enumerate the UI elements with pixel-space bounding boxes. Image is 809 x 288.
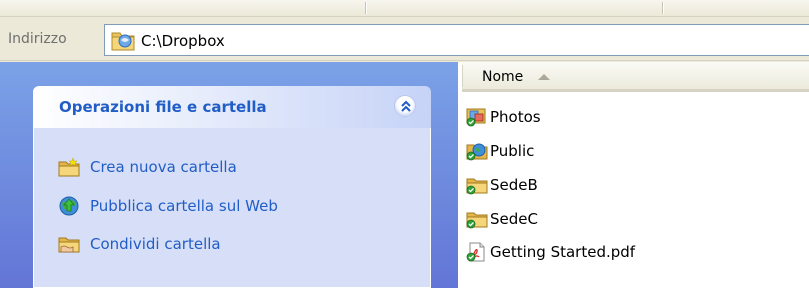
address-label: Indirizzo (8, 31, 67, 47)
file-row-public[interactable]: Public (466, 139, 534, 163)
file-name: SedeB (490, 176, 538, 194)
file-name: Photos (490, 108, 541, 126)
column-divider (462, 65, 463, 87)
dropbox-folder-icon (111, 32, 135, 51)
task-box-header[interactable]: Operazioni file e cartella (33, 86, 431, 128)
file-name: Getting Started.pdf (490, 243, 636, 261)
column-header-name[interactable]: Nome (462, 62, 809, 92)
address-input[interactable]: C:\Dropbox (104, 24, 809, 56)
file-list-pane: Nome Photos Public SedeB SedeC Getting S… (458, 62, 809, 288)
pdf-icon (466, 242, 485, 262)
toolbar-separator (365, 2, 367, 14)
file-row-getting-started[interactable]: Getting Started.pdf (466, 240, 635, 264)
file-row-photos[interactable]: Photos (466, 105, 541, 129)
folder-icon (466, 178, 488, 195)
column-name-label: Nome (482, 69, 524, 85)
share-folder-icon (58, 237, 80, 253)
file-row-sedeb[interactable]: SedeB (466, 173, 538, 197)
address-bar-row: Indirizzo C:\Dropbox (0, 17, 809, 61)
collapse-button[interactable] (394, 95, 416, 117)
public-folder-icon (466, 143, 488, 161)
task-box-body: Crea nuova cartella Pubblica cartella su… (33, 128, 431, 288)
toolbar-strip (0, 0, 809, 17)
task-pane: Operazioni file e cartella Crea nuova ca… (0, 62, 458, 288)
file-row-sedec[interactable]: SedeC (466, 207, 538, 231)
new-folder-icon (58, 157, 80, 177)
task-item-share-folder[interactable]: Condividi cartella (58, 232, 221, 256)
task-item-label: Condividi cartella (90, 235, 221, 253)
task-item-new-folder[interactable]: Crea nuova cartella (58, 155, 237, 179)
task-item-label: Crea nuova cartella (90, 158, 237, 176)
file-name: Public (490, 142, 535, 160)
task-item-label: Pubblica cartella sul Web (90, 197, 278, 215)
photos-folder-icon (466, 108, 486, 127)
publish-web-icon (59, 196, 79, 216)
toolbar-separator (662, 2, 664, 14)
folder-icon (466, 212, 488, 229)
address-path: C:\Dropbox (141, 32, 225, 50)
chevron-up-icon (401, 100, 411, 112)
task-item-publish-web[interactable]: Pubblica cartella sul Web (58, 194, 278, 218)
file-name: SedeC (490, 210, 538, 228)
sort-ascending-icon (538, 74, 550, 80)
task-box-title: Operazioni file e cartella (59, 98, 267, 116)
